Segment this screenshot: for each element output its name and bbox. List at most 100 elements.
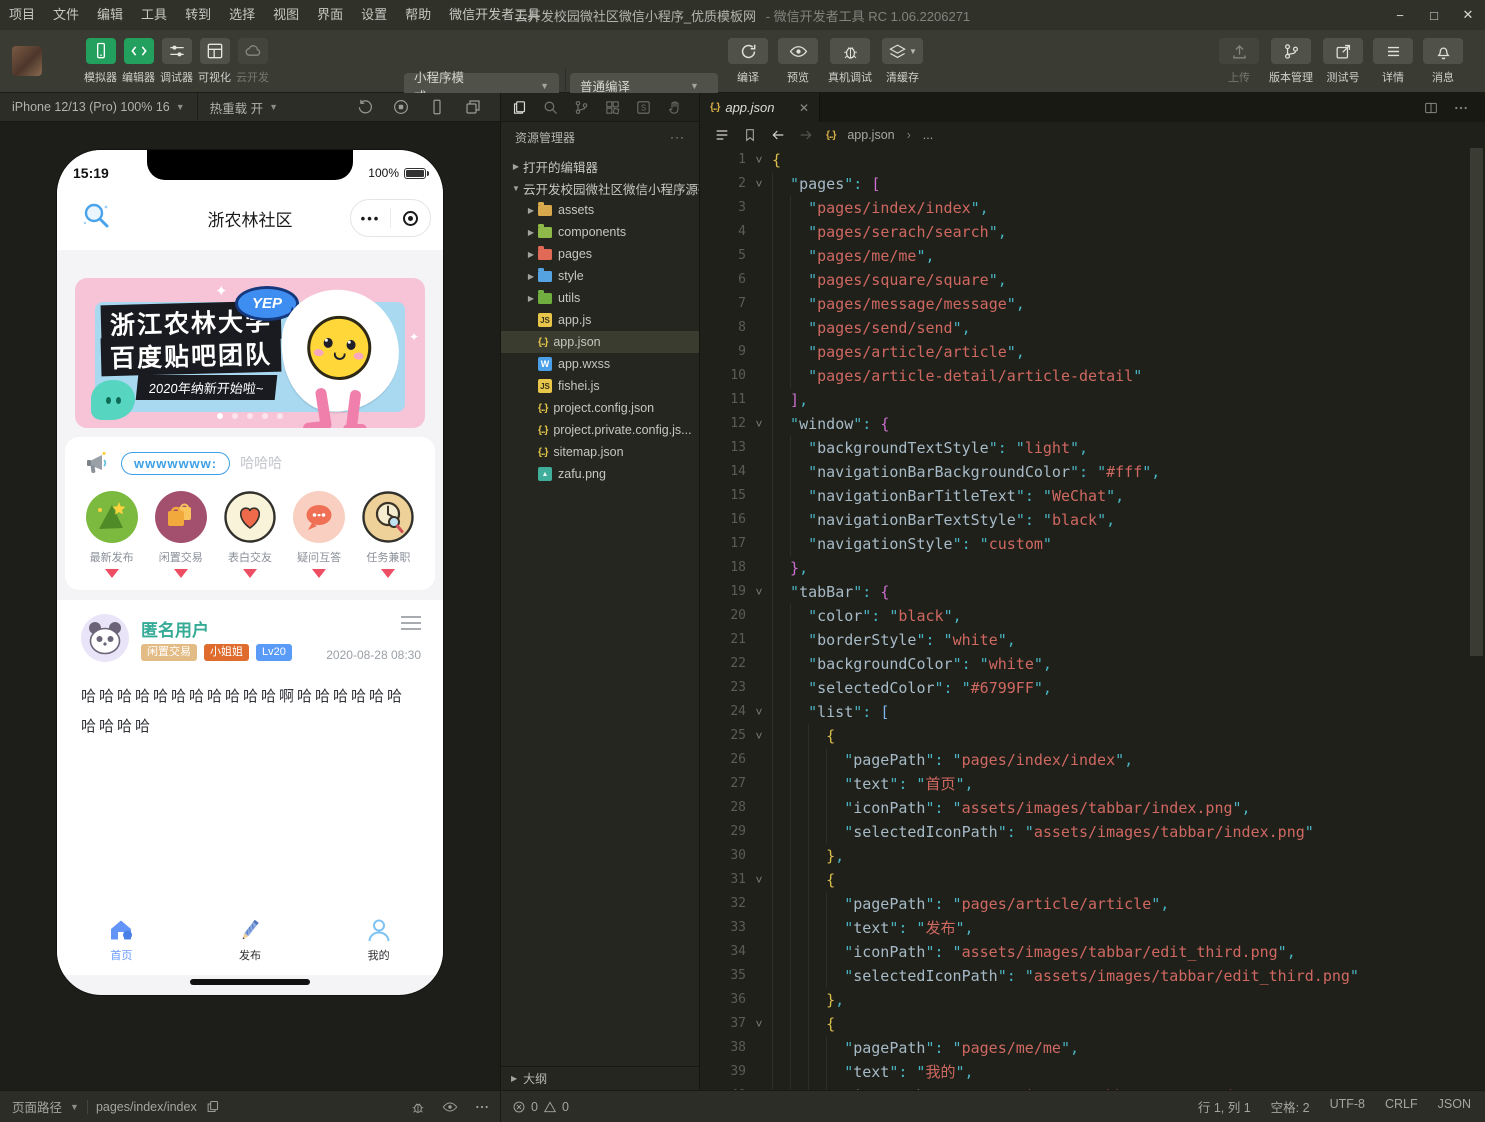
menu-item-7[interactable]: 界面	[308, 0, 352, 30]
more-actions-icon[interactable]	[1453, 100, 1469, 116]
menu-item-0[interactable]: 项目	[0, 0, 44, 30]
tree-item-app.json[interactable]: {..}app.json	[501, 331, 699, 353]
hand-icon[interactable]	[666, 99, 683, 116]
category-clock-search[interactable]: 任务兼职	[356, 491, 420, 578]
tree-item-assets[interactable]: ▶assets	[501, 199, 699, 221]
carousel-dots[interactable]	[75, 413, 425, 419]
tree-item-utils[interactable]: ▶utils	[501, 287, 699, 309]
menu-item-4[interactable]: 转到	[176, 0, 220, 30]
close-button[interactable]: ✕	[1451, 0, 1485, 30]
capsule-button[interactable]: •••	[350, 199, 431, 237]
close-tab-icon[interactable]: ✕	[799, 101, 809, 115]
preview-eye-icon[interactable]	[442, 1099, 458, 1115]
rotate-icon[interactable]	[356, 98, 374, 116]
menu-item-1[interactable]: 文件	[44, 0, 88, 30]
lines3-button[interactable]: 详情	[1373, 38, 1413, 85]
toggle-layout-button[interactable]: 可视化	[198, 38, 231, 85]
bell-button[interactable]: 消息	[1423, 38, 1463, 85]
fold-chevron-icon[interactable]: ˅	[746, 724, 772, 748]
tree-item-pages[interactable]: ▶pages	[501, 243, 699, 265]
post-username[interactable]: 匿名用户	[141, 616, 209, 641]
tab-app-json[interactable]: {..} app.json ✕	[700, 93, 820, 122]
menu-item-8[interactable]: 设置	[352, 0, 396, 30]
status-item[interactable]: JSON	[1438, 1097, 1471, 1116]
status-item[interactable]: 空格: 2	[1271, 1097, 1310, 1116]
refresh-button[interactable]: 编译	[728, 38, 768, 85]
toggle-debug-button[interactable]: 调试器	[160, 38, 193, 85]
carousel-dot[interactable]	[277, 413, 283, 419]
menu-item-3[interactable]: 工具	[132, 0, 176, 30]
menu-item-2[interactable]: 编辑	[88, 0, 132, 30]
category-star-tree[interactable]: 最新发布	[80, 491, 144, 578]
bug-button[interactable]: 真机调试	[828, 38, 872, 85]
status-item[interactable]: UTF-8	[1330, 1097, 1365, 1116]
fold-chevron-icon[interactable]: ˅	[746, 700, 772, 724]
eye-button[interactable]: 预览	[778, 38, 818, 85]
tab-home[interactable]: 首页	[57, 905, 186, 975]
vconsole-debug-icon[interactable]	[410, 1099, 426, 1115]
fold-chevron-icon[interactable]: ˅	[746, 868, 772, 892]
post-menu-icon[interactable]	[401, 616, 421, 634]
git-branch-icon[interactable]	[573, 99, 590, 116]
fold-chevron-icon[interactable]: ˅	[746, 172, 772, 196]
tree-item-app.js[interactable]: JSapp.js	[501, 309, 699, 331]
fold-chevron-icon[interactable]: ˅	[746, 412, 772, 436]
problems-indicator[interactable]: 0 0	[512, 1100, 569, 1114]
tree-item-zafu.png[interactable]: ▲zafu.png	[501, 463, 699, 485]
phone-preview[interactable]: 15:19 100% 浙农林社区 ••• 浙江农林大学 百度贴吧团队 2020年…	[57, 150, 443, 995]
banner-carousel[interactable]: 浙江农林大学 百度贴吧团队 2020年纳新开始啦~ ✦ ✦ YEP	[75, 278, 425, 428]
bookmark-icon[interactable]	[742, 127, 758, 143]
fold-chevron-icon[interactable]: ˅	[746, 580, 772, 604]
breadcrumb-symbol[interactable]: ...	[923, 128, 933, 142]
minimize-target-icon[interactable]	[391, 211, 430, 226]
menu-item-9[interactable]: 帮助	[396, 0, 440, 30]
status-item[interactable]: CRLF	[1385, 1097, 1418, 1116]
tab-pencil[interactable]: 发布	[186, 905, 315, 975]
fold-chevron-icon[interactable]: ˅	[746, 148, 772, 172]
category-heart[interactable]: 表白交友	[218, 491, 282, 578]
maximize-button[interactable]: □	[1417, 0, 1451, 30]
more-icon[interactable]	[474, 1099, 490, 1115]
category-shopping-bag[interactable]: 闲置交易	[149, 491, 213, 578]
toggle-phone-button[interactable]: 模拟器	[84, 38, 117, 85]
s-box-icon[interactable]: S	[635, 99, 652, 116]
record-icon[interactable]	[392, 98, 410, 116]
breadcrumb-file[interactable]: app.json	[847, 128, 894, 142]
carousel-dot[interactable]	[262, 413, 268, 419]
editor-scrollbar[interactable]	[1470, 148, 1483, 656]
code-editor-panel[interactable]: {..} app.json ✕ {..} app.json › ... 1˅{2…	[700, 93, 1485, 1090]
navigate-back-icon[interactable]	[770, 127, 786, 143]
toggle-cloud-button[interactable]: 云开发	[236, 38, 269, 85]
external-button[interactable]: 测试号	[1323, 38, 1363, 85]
hot-reload-toggle[interactable]: 热重载 开 ▼	[198, 98, 290, 117]
outline-list-icon[interactable]	[714, 127, 730, 143]
branch-button[interactable]: 版本管理	[1269, 38, 1313, 85]
files-icon[interactable]	[511, 99, 528, 116]
more-icon[interactable]: •••	[351, 211, 390, 226]
minimize-button[interactable]: −	[1383, 0, 1417, 30]
layers-button[interactable]: ▼清缓存	[882, 38, 923, 85]
tree-item-app.wxss[interactable]: Wapp.wxss	[501, 353, 699, 375]
tree-item-fishei.js[interactable]: JSfishei.js	[501, 375, 699, 397]
announcement-row[interactable]: wwwwwww: 哈哈哈	[85, 450, 282, 476]
search-icon[interactable]	[542, 99, 559, 116]
tree-item--[interactable]: ▼云开发校园微社区微信小程序源码	[501, 177, 699, 199]
device-icon[interactable]	[428, 98, 446, 116]
user-avatar[interactable]	[12, 46, 42, 76]
explorer-more-button[interactable]: ···	[670, 130, 685, 144]
post-content[interactable]: 哈哈哈哈哈哈哈哈哈哈哈啊哈哈哈哈哈哈哈哈哈哈	[81, 682, 421, 742]
status-item[interactable]: 行 1, 列 1	[1198, 1097, 1251, 1116]
page-path-label[interactable]: 页面路径	[12, 1097, 62, 1116]
tab-person[interactable]: 我的	[314, 905, 443, 975]
split-editor-icon[interactable]	[1423, 100, 1439, 116]
outline-section[interactable]: ▶ 大纲	[501, 1066, 699, 1090]
toggle-code-button[interactable]: 编辑器	[122, 38, 155, 85]
tree-item-project.private.config.js...[interactable]: {..}project.private.config.js...	[501, 419, 699, 441]
code-content[interactable]: 1˅{2˅"pages": [3"pages/index/index",4"pa…	[700, 148, 1469, 1090]
carousel-dot[interactable]	[232, 413, 238, 419]
menu-item-5[interactable]: 选择	[220, 0, 264, 30]
device-select[interactable]: iPhone 12/13 (Pro) 100% 16 ▼	[0, 100, 197, 114]
post-card[interactable]: 匿名用户 闲置交易小姐姐Lv20 2020-08-28 08:30 哈哈哈哈哈哈…	[57, 600, 443, 905]
tree-item-project.config.json[interactable]: {..}project.config.json	[501, 397, 699, 419]
fold-chevron-icon[interactable]: ˅	[746, 1012, 772, 1036]
